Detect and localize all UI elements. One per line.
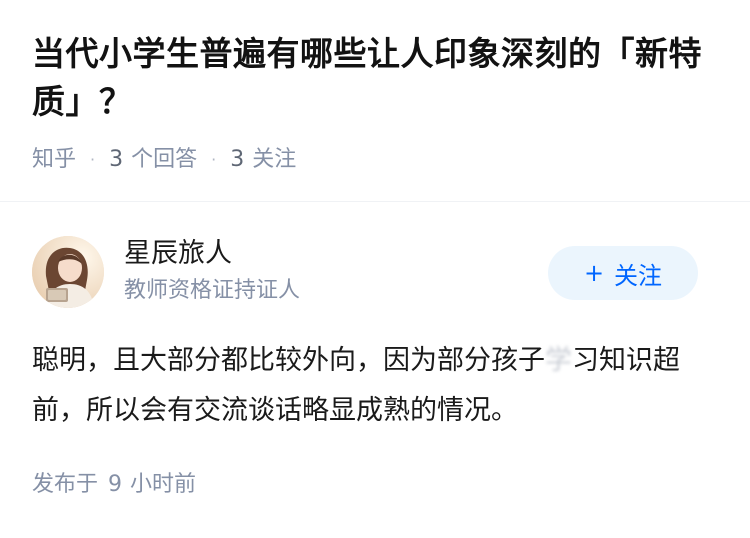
author-name[interactable]: 星辰旅人 xyxy=(124,236,232,272)
question-meta: 知乎 · 3 个回答 · 3 关注 xyxy=(32,145,722,175)
answer-text-blurred: 学 xyxy=(545,345,572,376)
follow-button-label: 关注 xyxy=(614,261,663,290)
follower-count-label[interactable]: 关注 xyxy=(252,145,296,175)
publish-number: 9 xyxy=(108,472,123,497)
meta-separator: · xyxy=(90,150,96,169)
publish-suffix: 小时前 xyxy=(130,472,197,497)
author-bio: 教师资格证持证人 xyxy=(124,278,301,303)
avatar-image xyxy=(32,236,104,308)
question-title[interactable]: 当代小学生普遍有哪些让人印象深刻的「新特质」？ xyxy=(32,30,722,126)
meta-separator: · xyxy=(211,150,217,169)
publish-time: 发布于 9 小时前 xyxy=(32,470,196,500)
author-row: 星辰旅人 教师资格证持证人 + 关注 xyxy=(32,236,698,312)
source-label[interactable]: 知乎 xyxy=(32,145,76,175)
answer-count: 3 xyxy=(109,147,124,172)
section-divider xyxy=(0,201,750,202)
publish-prefix: 发布于 xyxy=(32,472,99,497)
follow-button[interactable]: + 关注 xyxy=(548,246,698,300)
answer-count-label[interactable]: 个回答 xyxy=(131,145,197,175)
avatar[interactable] xyxy=(32,236,104,308)
plus-icon: + xyxy=(583,259,605,287)
answer-text-part1: 聪明，且大部分都比较外向，因为部分孩子 xyxy=(32,345,545,376)
answer-content[interactable]: 聪明，且大部分都比较外向，因为部分孩子学习知识超前，所以会有交流谈话略显成熟的情… xyxy=(32,336,712,436)
follower-count: 3 xyxy=(230,147,245,172)
question-header: 当代小学生普遍有哪些让人印象深刻的「新特质」？ 知乎 · 3 个回答 · 3 关… xyxy=(32,30,722,175)
